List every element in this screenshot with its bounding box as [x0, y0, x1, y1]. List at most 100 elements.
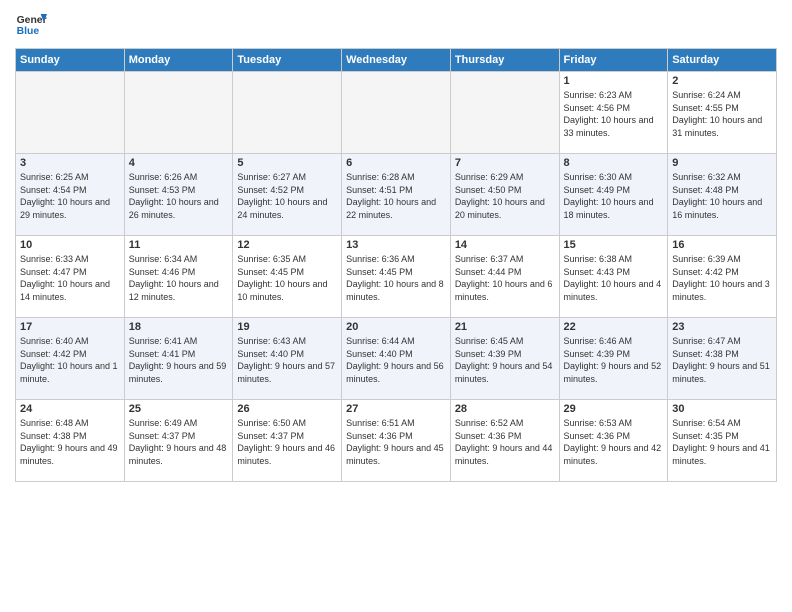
day-number: 16	[672, 239, 772, 251]
day-number: 8	[564, 157, 664, 169]
day-number: 19	[237, 321, 337, 333]
day-number: 24	[20, 403, 120, 415]
calendar-cell: 24 Sunrise: 6:48 AM Sunset: 4:38 PM Dayli…	[16, 400, 125, 482]
day-detail: Sunrise: 6:26 AM Sunset: 4:53 PM Dayligh…	[129, 171, 229, 221]
week-row-1: 1Sunrise: 6:23 AM Sunset: 4:56 PM Daylig…	[16, 72, 777, 154]
day-number: 23	[672, 321, 772, 333]
day-number: 6	[346, 157, 446, 169]
calendar-cell: 29 Sunrise: 6:53 AM Sunset: 4:36 PM Dayli…	[559, 400, 668, 482]
day-detail: Sunrise: 6:51 AM Sunset: 4:36 PM Dayligh…	[346, 417, 446, 467]
week-row-3: 10 Sunrise: 6:33 AM Sunset: 4:47 PM Dayli…	[16, 236, 777, 318]
calendar-cell: 18Sunrise: 6:41 AM Sunset: 4:41 PM Dayli…	[124, 318, 233, 400]
calendar-cell: 16 Sunrise: 6:39 AM Sunset: 4:42 PM Dayli…	[668, 236, 777, 318]
day-number: 20	[346, 321, 446, 333]
calendar-cell	[16, 72, 125, 154]
weekday-header-row: SundayMondayTuesdayWednesdayThursdayFrid…	[16, 49, 777, 72]
calendar-cell: 9Sunrise: 6:32 AM Sunset: 4:48 PM Daylig…	[668, 154, 777, 236]
day-detail: Sunrise: 6:35 AM Sunset: 4:45 PM Dayligh…	[237, 253, 337, 303]
day-number: 22	[564, 321, 664, 333]
day-detail: Sunrise: 6:50 AM Sunset: 4:37 PM Dayligh…	[237, 417, 337, 467]
calendar-cell: 17 Sunrise: 6:40 AM Sunset: 4:42 PM Dayli…	[16, 318, 125, 400]
day-number: 28	[455, 403, 555, 415]
day-detail: Sunrise: 6:32 AM Sunset: 4:48 PM Dayligh…	[672, 171, 772, 221]
calendar-cell: 20 Sunrise: 6:44 AM Sunset: 4:40 PM Dayli…	[342, 318, 451, 400]
weekday-header-tuesday: Tuesday	[233, 49, 342, 72]
weekday-header-wednesday: Wednesday	[342, 49, 451, 72]
calendar-cell: 4Sunrise: 6:26 AM Sunset: 4:53 PM Daylig…	[124, 154, 233, 236]
calendar-cell: 1Sunrise: 6:23 AM Sunset: 4:56 PM Daylig…	[559, 72, 668, 154]
calendar-cell: 23Sunrise: 6:47 AM Sunset: 4:38 PM Dayli…	[668, 318, 777, 400]
calendar-cell: 28 Sunrise: 6:52 AM Sunset: 4:36 PM Dayli…	[450, 400, 559, 482]
day-detail: Sunrise: 6:37 AM Sunset: 4:44 PM Dayligh…	[455, 253, 555, 303]
calendar-cell	[342, 72, 451, 154]
day-number: 10	[20, 239, 120, 251]
calendar-cell: 8 Sunrise: 6:30 AM Sunset: 4:49 PM Daylig…	[559, 154, 668, 236]
day-detail: Sunrise: 6:25 AM Sunset: 4:54 PM Dayligh…	[20, 171, 120, 221]
calendar-cell	[450, 72, 559, 154]
calendar-cell: 11 Sunrise: 6:34 AM Sunset: 4:46 PM Dayli…	[124, 236, 233, 318]
day-detail: Sunrise: 6:28 AM Sunset: 4:51 PM Dayligh…	[346, 171, 446, 221]
day-number: 18	[129, 321, 229, 333]
day-number: 30	[672, 403, 772, 415]
day-detail: Sunrise: 6:39 AM Sunset: 4:42 PM Dayligh…	[672, 253, 772, 303]
calendar-cell: 19 Sunrise: 6:43 AM Sunset: 4:40 PM Dayli…	[233, 318, 342, 400]
day-detail: Sunrise: 6:53 AM Sunset: 4:36 PM Dayligh…	[564, 417, 664, 467]
day-detail: Sunrise: 6:30 AM Sunset: 4:49 PM Dayligh…	[564, 171, 664, 221]
day-number: 27	[346, 403, 446, 415]
day-detail: Sunrise: 6:52 AM Sunset: 4:36 PM Dayligh…	[455, 417, 555, 467]
day-detail: Sunrise: 6:36 AM Sunset: 4:45 PM Dayligh…	[346, 253, 446, 303]
calendar-cell: 2 Sunrise: 6:24 AM Sunset: 4:55 PM Daylig…	[668, 72, 777, 154]
weekday-header-saturday: Saturday	[668, 49, 777, 72]
calendar-cell: 14 Sunrise: 6:37 AM Sunset: 4:44 PM Dayli…	[450, 236, 559, 318]
day-number: 17	[20, 321, 120, 333]
calendar-cell: 7Sunrise: 6:29 AM Sunset: 4:50 PM Daylig…	[450, 154, 559, 236]
day-detail: Sunrise: 6:54 AM Sunset: 4:35 PM Dayligh…	[672, 417, 772, 467]
day-detail: Sunrise: 6:27 AM Sunset: 4:52 PM Dayligh…	[237, 171, 337, 221]
day-number: 1	[564, 75, 664, 87]
day-number: 12	[237, 239, 337, 251]
calendar-cell: 21Sunrise: 6:45 AM Sunset: 4:39 PM Dayli…	[450, 318, 559, 400]
day-detail: Sunrise: 6:46 AM Sunset: 4:39 PM Dayligh…	[564, 335, 664, 385]
day-detail: Sunrise: 6:40 AM Sunset: 4:42 PM Dayligh…	[20, 335, 120, 385]
day-number: 7	[455, 157, 555, 169]
day-number: 5	[237, 157, 337, 169]
day-detail: Sunrise: 6:34 AM Sunset: 4:46 PM Dayligh…	[129, 253, 229, 303]
day-number: 15	[564, 239, 664, 251]
day-detail: Sunrise: 6:48 AM Sunset: 4:38 PM Dayligh…	[20, 417, 120, 467]
day-detail: Sunrise: 6:43 AM Sunset: 4:40 PM Dayligh…	[237, 335, 337, 385]
day-number: 25	[129, 403, 229, 415]
day-number: 26	[237, 403, 337, 415]
svg-text:Blue: Blue	[17, 26, 40, 37]
calendar-cell: 27 Sunrise: 6:51 AM Sunset: 4:36 PM Dayli…	[342, 400, 451, 482]
week-row-4: 17 Sunrise: 6:40 AM Sunset: 4:42 PM Dayli…	[16, 318, 777, 400]
day-number: 13	[346, 239, 446, 251]
day-detail: Sunrise: 6:44 AM Sunset: 4:40 PM Dayligh…	[346, 335, 446, 385]
calendar-cell	[124, 72, 233, 154]
calendar-cell: 30 Sunrise: 6:54 AM Sunset: 4:35 PM Dayli…	[668, 400, 777, 482]
logo-icon: General Blue	[15, 10, 47, 42]
day-detail: Sunrise: 6:49 AM Sunset: 4:37 PM Dayligh…	[129, 417, 229, 467]
calendar-cell: 25 Sunrise: 6:49 AM Sunset: 4:37 PM Dayli…	[124, 400, 233, 482]
header-area: General Blue	[15, 10, 777, 42]
calendar-cell: 26 Sunrise: 6:50 AM Sunset: 4:37 PM Dayli…	[233, 400, 342, 482]
weekday-header-monday: Monday	[124, 49, 233, 72]
day-number: 11	[129, 239, 229, 251]
calendar-table: SundayMondayTuesdayWednesdayThursdayFrid…	[15, 48, 777, 482]
day-detail: Sunrise: 6:45 AM Sunset: 4:39 PM Dayligh…	[455, 335, 555, 385]
weekday-header-sunday: Sunday	[16, 49, 125, 72]
page: General Blue SundayMondayTuesdayWednesda…	[0, 0, 792, 492]
calendar-cell: 6 Sunrise: 6:28 AM Sunset: 4:51 PM Daylig…	[342, 154, 451, 236]
weekday-header-friday: Friday	[559, 49, 668, 72]
day-number: 2	[672, 75, 772, 87]
day-number: 29	[564, 403, 664, 415]
calendar-cell: 10 Sunrise: 6:33 AM Sunset: 4:47 PM Dayli…	[16, 236, 125, 318]
calendar-cell: 5 Sunrise: 6:27 AM Sunset: 4:52 PM Daylig…	[233, 154, 342, 236]
weekday-header-thursday: Thursday	[450, 49, 559, 72]
day-number: 3	[20, 157, 120, 169]
day-detail: Sunrise: 6:33 AM Sunset: 4:47 PM Dayligh…	[20, 253, 120, 303]
calendar-cell: 12 Sunrise: 6:35 AM Sunset: 4:45 PM Dayli…	[233, 236, 342, 318]
calendar-cell: 22 Sunrise: 6:46 AM Sunset: 4:39 PM Dayli…	[559, 318, 668, 400]
day-detail: Sunrise: 6:24 AM Sunset: 4:55 PM Dayligh…	[672, 89, 772, 139]
calendar-cell: 13 Sunrise: 6:36 AM Sunset: 4:45 PM Dayli…	[342, 236, 451, 318]
day-number: 14	[455, 239, 555, 251]
